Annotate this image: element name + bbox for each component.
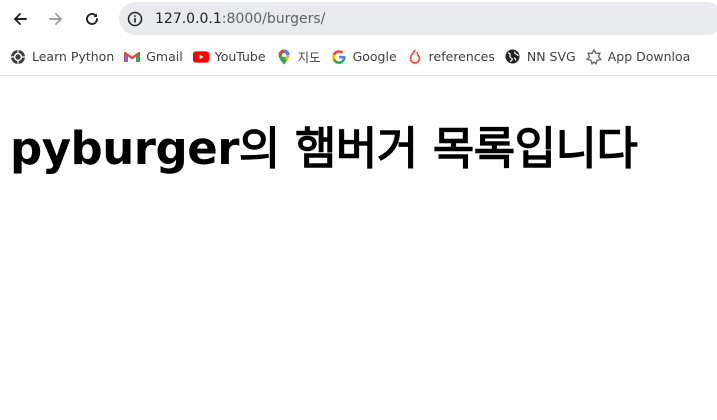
bookmark-label: Gmail bbox=[146, 49, 183, 64]
site-info-button[interactable] bbox=[125, 9, 145, 29]
bookmark-label: App Downloa bbox=[607, 49, 691, 64]
references-icon bbox=[407, 49, 423, 65]
bookmark-learn-python[interactable]: Learn Python bbox=[8, 43, 122, 71]
reload-button[interactable] bbox=[78, 5, 106, 33]
globe-icon bbox=[505, 49, 521, 65]
bookmark-label: NN SVG bbox=[526, 49, 576, 64]
bookmark-google[interactable]: Google bbox=[329, 43, 405, 71]
youtube-icon bbox=[192, 49, 209, 65]
address-bar[interactable]: 127.0.0.1:8000/burgers/ bbox=[119, 2, 717, 35]
url-host: 127.0.0.1 bbox=[155, 10, 222, 27]
bookmark-label: references bbox=[428, 49, 495, 64]
bookmark-app-download[interactable]: App Downloa bbox=[584, 43, 699, 71]
back-button[interactable] bbox=[6, 5, 34, 33]
bookmarks-bar: Learn Python Gmail YouTube 지도 Google ref… bbox=[0, 38, 717, 75]
url-path: :8000/burgers/ bbox=[221, 10, 326, 27]
bookmark-nn-svg[interactable]: NN SVG bbox=[503, 43, 584, 71]
bookmark-youtube[interactable]: YouTube bbox=[191, 43, 274, 71]
bookmark-maps[interactable]: 지도 bbox=[274, 43, 329, 71]
forward-button[interactable] bbox=[42, 5, 70, 33]
bookmark-label: 지도 bbox=[297, 50, 321, 65]
bookmark-label: YouTube bbox=[214, 49, 266, 64]
page-content: pyburger의 햄버거 목록입니다 bbox=[0, 112, 717, 177]
maps-pin-icon bbox=[276, 49, 292, 65]
reload-icon bbox=[86, 13, 98, 25]
info-icon bbox=[127, 11, 143, 26]
bookmark-references[interactable]: references bbox=[405, 43, 503, 71]
gmail-icon bbox=[124, 49, 141, 65]
bookmark-gmail[interactable]: Gmail bbox=[122, 43, 190, 71]
browser-chrome: 127.0.0.1:8000/burgers/ Learn Python Gma… bbox=[0, 0, 717, 76]
app-download-icon bbox=[586, 48, 602, 65]
python-icon bbox=[10, 49, 26, 65]
url-text[interactable]: 127.0.0.1:8000/burgers/ bbox=[155, 11, 325, 27]
bookmark-label: Google bbox=[352, 49, 397, 64]
bookmark-label: Learn Python bbox=[32, 49, 115, 64]
back-arrow-icon bbox=[14, 13, 27, 25]
forward-arrow-icon bbox=[49, 13, 62, 25]
browser-toolbar: 127.0.0.1:8000/burgers/ bbox=[0, 0, 717, 38]
google-icon bbox=[331, 49, 347, 65]
page-heading: pyburger의 햄버거 목록입니다 bbox=[10, 122, 638, 175]
